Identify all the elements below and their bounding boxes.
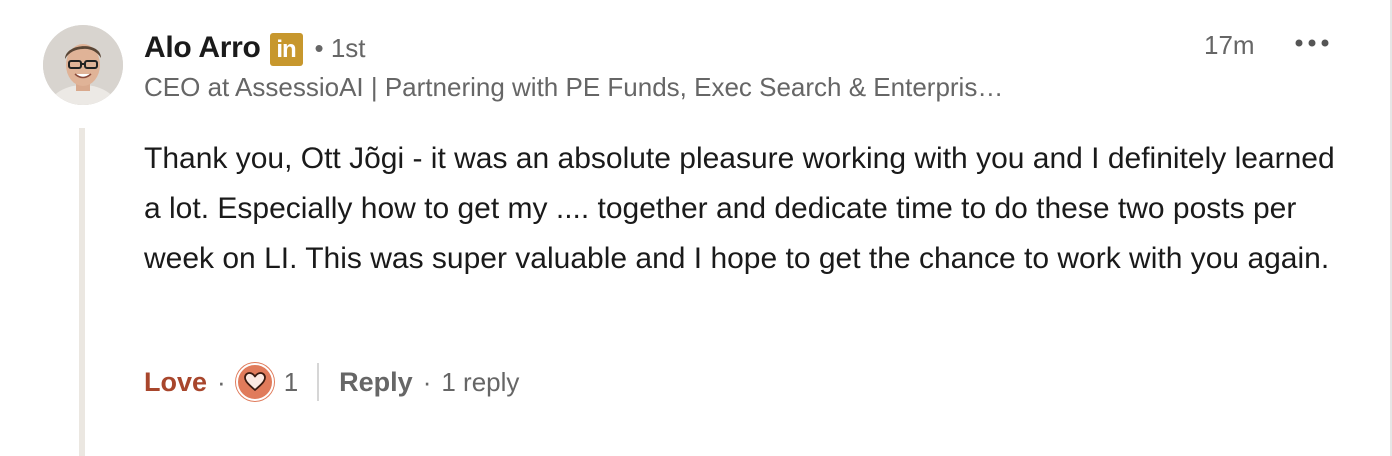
linkedin-icon: in	[269, 32, 303, 66]
reply-count-link[interactable]: 1 reply	[441, 367, 519, 398]
separator-dot: ·	[217, 366, 226, 397]
separator-dot: ·	[422, 366, 432, 397]
action-divider	[317, 363, 320, 401]
reaction-count[interactable]: 1	[284, 367, 298, 398]
comment-actions: Love · 1 Reply · 1 reply	[144, 360, 519, 404]
connection-degree: • 1st	[314, 32, 366, 63]
author-name[interactable]: Alo Arro	[144, 31, 261, 65]
reply-thread-line	[79, 128, 85, 456]
more-options-button[interactable]	[1290, 26, 1334, 60]
love-reaction-icon[interactable]	[235, 363, 274, 401]
comment-timestamp: 17m	[1204, 30, 1255, 60]
comment-text: Thank you, Ott Jõgi - it was an absolute…	[144, 142, 1335, 275]
author-headline: CEO at AssessioAI | Partnering with PE F…	[144, 72, 1004, 102]
love-reaction-button[interactable]: Love	[144, 367, 207, 398]
separator-dot: •	[314, 32, 324, 63]
author-row: Alo Arro in • 1st	[144, 28, 366, 68]
avatar[interactable]	[43, 25, 123, 105]
more-horizontal-icon	[1295, 39, 1329, 47]
heart-icon	[243, 372, 266, 391]
avatar-photo	[43, 25, 123, 105]
reply-button[interactable]: Reply	[339, 367, 413, 398]
